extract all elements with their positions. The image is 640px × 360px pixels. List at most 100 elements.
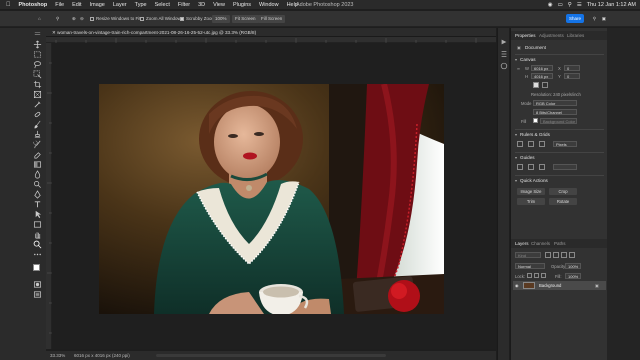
foreground-color-swatch[interactable] <box>33 264 40 271</box>
y-field[interactable]: 0 <box>564 73 580 79</box>
workspace-icon[interactable]: ▣ <box>602 15 606 23</box>
fill-screen-button[interactable]: Fill Screen <box>258 15 286 23</box>
trim-button[interactable]: Trim <box>517 198 545 205</box>
layer-row-background[interactable]: ◉ Background ▣ <box>513 281 606 290</box>
menu-window[interactable]: Window <box>259 2 279 8</box>
grid-toggle-icon[interactable] <box>528 141 534 147</box>
filter-shape-icon[interactable] <box>569 252 575 258</box>
menu-layer[interactable]: Layer <box>113 2 127 8</box>
menu-filter[interactable]: Filter <box>178 2 190 8</box>
share-button[interactable]: Share <box>566 14 584 23</box>
menu-app[interactable]: Photoshop <box>19 2 48 8</box>
width-field[interactable]: 6016 px <box>531 65 553 71</box>
zoom-out-icon[interactable]: ⊖ <box>80 15 84 23</box>
quick-actions-title[interactable]: Quick Actions <box>520 178 548 183</box>
history-panel-icon[interactable] <box>500 38 508 46</box>
menu-type[interactable]: Type <box>135 2 147 8</box>
type-tool-icon[interactable] <box>33 200 42 209</box>
ruler-units-select[interactable]: Pixels <box>553 141 577 147</box>
move-tool-icon[interactable] <box>33 40 42 49</box>
lock-all-icon[interactable] <box>541 273 546 278</box>
brush-tool-icon[interactable] <box>33 120 42 129</box>
battery-icon[interactable]: ▭ <box>558 2 563 8</box>
image-size-button[interactable]: Image Size <box>517 188 545 195</box>
clone-stamp-tool-icon[interactable] <box>33 130 42 139</box>
spot-healing-tool-icon[interactable] <box>33 110 42 119</box>
document-tab[interactable]: ✕ woman-travels-on-vintage-train-rich-co… <box>52 28 256 37</box>
resize-windows-checkbox[interactable]: Resize Windows to Fit <box>90 15 141 23</box>
ruler-toggle-icon[interactable] <box>517 141 523 147</box>
screen-mode-icon[interactable] <box>33 290 42 299</box>
filter-pixel-icon[interactable] <box>545 252 551 258</box>
zoom-100-button[interactable]: 100% <box>212 15 230 23</box>
x-field[interactable]: 0 <box>564 65 580 71</box>
lock-guides-icon[interactable] <box>528 164 534 170</box>
mode-select[interactable]: RGB Color <box>533 100 577 106</box>
crop-tool-icon[interactable] <box>33 80 42 89</box>
frame-tool-icon[interactable] <box>33 90 42 99</box>
clock[interactable]: Thu 12 Jan 1:12 AM <box>587 2 636 8</box>
tab-paths[interactable]: Paths <box>554 241 566 246</box>
pen-tool-icon[interactable] <box>33 190 42 199</box>
menu-3d[interactable]: 3D <box>198 2 205 8</box>
menu-view[interactable]: View <box>213 2 225 8</box>
tab-properties[interactable]: Properties <box>515 33 536 38</box>
blur-tool-icon[interactable] <box>33 170 42 179</box>
marquee-tool-icon[interactable] <box>33 50 42 59</box>
scrubby-zoom-checkbox[interactable]: Scrubby Zoom <box>180 15 215 23</box>
chevron-down-icon[interactable]: ▾ <box>515 132 517 137</box>
document-image[interactable] <box>99 84 444 314</box>
lasso-tool-icon[interactable] <box>33 60 42 69</box>
eraser-tool-icon[interactable] <box>33 150 42 159</box>
tab-channels[interactable]: Channels <box>531 241 550 246</box>
tab-libraries[interactable]: Libraries <box>567 33 584 38</box>
more-tools-icon[interactable] <box>33 250 42 259</box>
layer-kind-filter[interactable]: Kind <box>515 252 541 258</box>
fill-color-swatch[interactable] <box>533 118 538 123</box>
guides-section-title[interactable]: Guides <box>520 155 535 160</box>
opacity-field[interactable]: 100% <box>565 263 581 269</box>
guide-color-select[interactable] <box>553 164 577 170</box>
tab-layers[interactable]: Layers <box>515 241 529 246</box>
path-selection-tool-icon[interactable] <box>33 210 42 219</box>
tab-adjustments[interactable]: Adjustments <box>539 33 564 38</box>
menu-plugins[interactable]: Plugins <box>233 2 251 8</box>
bit-depth-select[interactable]: 8 Bits/Channel <box>533 109 577 115</box>
properties-panel-icon[interactable] <box>500 50 508 58</box>
crop-button[interactable]: Crop <box>549 188 577 195</box>
zoom-in-icon[interactable]: ⊕ <box>72 15 76 23</box>
quick-mask-icon[interactable] <box>33 280 42 289</box>
gradient-tool-icon[interactable] <box>33 160 42 169</box>
filter-adjustment-icon[interactable] <box>553 252 559 258</box>
menu-edit[interactable]: Edit <box>72 2 81 8</box>
horizontal-scrollbar[interactable] <box>156 354 386 357</box>
document-size[interactable]: 6016 px x 4016 px (240 ppi) <box>74 353 130 358</box>
home-icon[interactable]: ⌂ <box>38 15 41 23</box>
fill-opacity-field[interactable]: 100% <box>565 273 581 279</box>
dodge-tool-icon[interactable] <box>33 180 42 189</box>
control-center-icon[interactable]: ☰ <box>577 2 582 8</box>
chevron-down-icon[interactable]: ▾ <box>515 155 517 160</box>
link-icon[interactable]: ∞ <box>517 66 520 71</box>
zoom-level[interactable]: 33.33% <box>50 353 65 358</box>
zoom-tool-icon[interactable]: ⚲ <box>56 15 59 23</box>
chevron-down-icon[interactable]: ▾ <box>515 57 517 62</box>
menu-select[interactable]: Select <box>155 2 170 8</box>
lock-position-icon[interactable] <box>534 273 539 278</box>
blend-mode-select[interactable]: Normal <box>515 263 545 269</box>
clear-guides-icon[interactable] <box>539 164 545 170</box>
history-brush-tool-icon[interactable] <box>33 140 42 149</box>
rotate-button[interactable]: Rotate <box>549 198 577 205</box>
show-guides-icon[interactable] <box>517 164 523 170</box>
landscape-orientation-icon[interactable] <box>542 82 548 88</box>
pixel-grid-icon[interactable] <box>539 141 545 147</box>
object-selection-tool-icon[interactable] <box>33 70 42 79</box>
search-icon[interactable]: ⚲ <box>568 2 572 8</box>
search-icon[interactable]: ⚲ <box>593 15 596 23</box>
lock-pixels-icon[interactable] <box>527 273 532 278</box>
collapse-toolbar-icon[interactable] <box>33 30 42 39</box>
zoom-all-checkbox[interactable]: Zoom All Windows <box>140 15 183 23</box>
layer-name[interactable]: Background <box>539 283 561 288</box>
fit-screen-button[interactable]: Fit Screen <box>232 15 259 23</box>
eye-icon[interactable]: ◉ <box>515 283 519 288</box>
